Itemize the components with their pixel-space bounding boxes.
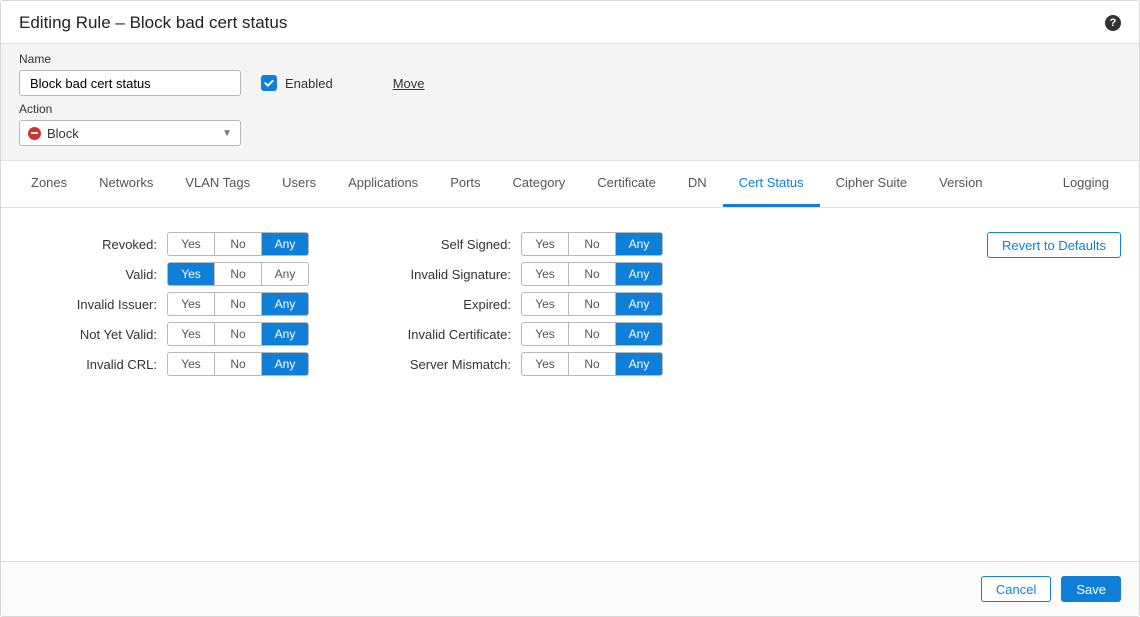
chevron-down-icon: ▼: [222, 128, 232, 139]
status-label: Invalid Signature:: [381, 267, 521, 282]
toggle-no[interactable]: No: [569, 323, 616, 345]
toggle-yes[interactable]: Yes: [522, 293, 569, 315]
toggle-no[interactable]: No: [215, 293, 262, 315]
status-row: Server Mismatch:YesNoAny: [381, 352, 663, 376]
header: Editing Rule – Block bad cert status ?: [1, 1, 1139, 44]
tab-ports[interactable]: Ports: [434, 161, 496, 207]
check-icon: [263, 77, 275, 89]
name-label: Name: [19, 52, 1121, 66]
toggle-any[interactable]: Any: [262, 353, 308, 375]
toggle-yes[interactable]: Yes: [168, 263, 215, 285]
revert-button[interactable]: Revert to Defaults: [987, 232, 1121, 258]
tab-networks[interactable]: Networks: [83, 161, 169, 207]
status-label: Not Yet Valid:: [47, 327, 167, 342]
status-row: Self Signed:YesNoAny: [381, 232, 663, 256]
toggle-no[interactable]: No: [569, 233, 616, 255]
save-button[interactable]: Save: [1061, 576, 1121, 602]
toggle-any[interactable]: Any: [262, 293, 308, 315]
tab-logging[interactable]: Logging: [1047, 161, 1125, 207]
toggle-group: YesNoAny: [521, 352, 663, 376]
tab-certificate[interactable]: Certificate: [581, 161, 672, 207]
status-column-left: Revoked:YesNoAnyValid:YesNoAnyInvalid Is…: [47, 232, 309, 537]
help-icon[interactable]: ?: [1105, 15, 1121, 31]
toggle-any[interactable]: Any: [616, 353, 662, 375]
status-label: Server Mismatch:: [381, 357, 521, 372]
status-row: Invalid Certificate:YesNoAny: [381, 322, 663, 346]
toggle-no[interactable]: No: [215, 353, 262, 375]
action-value: Block: [47, 126, 79, 141]
action-label: Action: [19, 102, 1121, 116]
tab-cipher-suite[interactable]: Cipher Suite: [820, 161, 924, 207]
toggle-no[interactable]: No: [215, 263, 262, 285]
block-icon: [28, 127, 41, 140]
status-label: Invalid Certificate:: [381, 327, 521, 342]
form-area: Name Enabled Move Action Block ▼: [1, 44, 1139, 161]
rule-editor-window: Editing Rule – Block bad cert status ? N…: [0, 0, 1140, 617]
cancel-button[interactable]: Cancel: [981, 576, 1051, 602]
toggle-group: YesNoAny: [521, 322, 663, 346]
move-link[interactable]: Move: [393, 76, 425, 91]
toggle-group: YesNoAny: [167, 292, 309, 316]
status-row: Invalid CRL:YesNoAny: [47, 352, 309, 376]
status-row: Expired:YesNoAny: [381, 292, 663, 316]
toggle-yes[interactable]: Yes: [168, 233, 215, 255]
footer: Cancel Save: [1, 561, 1139, 616]
status-row: Invalid Issuer:YesNoAny: [47, 292, 309, 316]
toggle-no[interactable]: No: [215, 323, 262, 345]
toggle-any[interactable]: Any: [616, 293, 662, 315]
toggle-group: YesNoAny: [167, 322, 309, 346]
toggle-group: YesNoAny: [167, 352, 309, 376]
status-row: Valid:YesNoAny: [47, 262, 309, 286]
action-select[interactable]: Block ▼: [19, 120, 241, 146]
tab-version[interactable]: Version: [923, 161, 998, 207]
status-label: Valid:: [47, 267, 167, 282]
toggle-any[interactable]: Any: [262, 233, 308, 255]
toggle-yes[interactable]: Yes: [522, 263, 569, 285]
toggle-any[interactable]: Any: [616, 323, 662, 345]
enabled-checkbox[interactable]: [261, 75, 277, 91]
status-column-right: Self Signed:YesNoAnyInvalid Signature:Ye…: [381, 232, 663, 537]
tab-cert-status[interactable]: Cert Status: [723, 161, 820, 207]
status-label: Invalid Issuer:: [47, 297, 167, 312]
enabled-label: Enabled: [285, 76, 333, 91]
toggle-no[interactable]: No: [569, 293, 616, 315]
status-label: Self Signed:: [381, 237, 521, 252]
toggle-group: YesNoAny: [521, 292, 663, 316]
status-label: Expired:: [381, 297, 521, 312]
toggle-yes[interactable]: Yes: [168, 323, 215, 345]
tab-applications[interactable]: Applications: [332, 161, 434, 207]
toggle-yes[interactable]: Yes: [522, 323, 569, 345]
toggle-yes[interactable]: Yes: [168, 293, 215, 315]
status-row: Revoked:YesNoAny: [47, 232, 309, 256]
toggle-no[interactable]: No: [569, 353, 616, 375]
page-title: Editing Rule – Block bad cert status: [19, 13, 287, 33]
tab-zones[interactable]: Zones: [15, 161, 83, 207]
status-label: Invalid CRL:: [47, 357, 167, 372]
toggle-any[interactable]: Any: [262, 323, 308, 345]
toggle-group: YesNoAny: [167, 262, 309, 286]
status-row: Not Yet Valid:YesNoAny: [47, 322, 309, 346]
toggle-group: YesNoAny: [167, 232, 309, 256]
status-row: Invalid Signature:YesNoAny: [381, 262, 663, 286]
tab-vlan-tags[interactable]: VLAN Tags: [169, 161, 266, 207]
toggle-any[interactable]: Any: [262, 263, 308, 285]
toggle-yes[interactable]: Yes: [522, 353, 569, 375]
toggle-no[interactable]: No: [569, 263, 616, 285]
name-input[interactable]: [19, 70, 241, 96]
toggle-no[interactable]: No: [215, 233, 262, 255]
toggle-any[interactable]: Any: [616, 233, 662, 255]
toggle-group: YesNoAny: [521, 262, 663, 286]
tab-bar: ZonesNetworksVLAN TagsUsersApplicationsP…: [1, 161, 1139, 208]
status-label: Revoked:: [47, 237, 167, 252]
toggle-yes[interactable]: Yes: [522, 233, 569, 255]
tab-dn[interactable]: DN: [672, 161, 723, 207]
tab-category[interactable]: Category: [497, 161, 582, 207]
toggle-yes[interactable]: Yes: [168, 353, 215, 375]
toggle-group: YesNoAny: [521, 232, 663, 256]
tab-content: Revoked:YesNoAnyValid:YesNoAnyInvalid Is…: [1, 208, 1139, 561]
tab-users[interactable]: Users: [266, 161, 332, 207]
toggle-any[interactable]: Any: [616, 263, 662, 285]
